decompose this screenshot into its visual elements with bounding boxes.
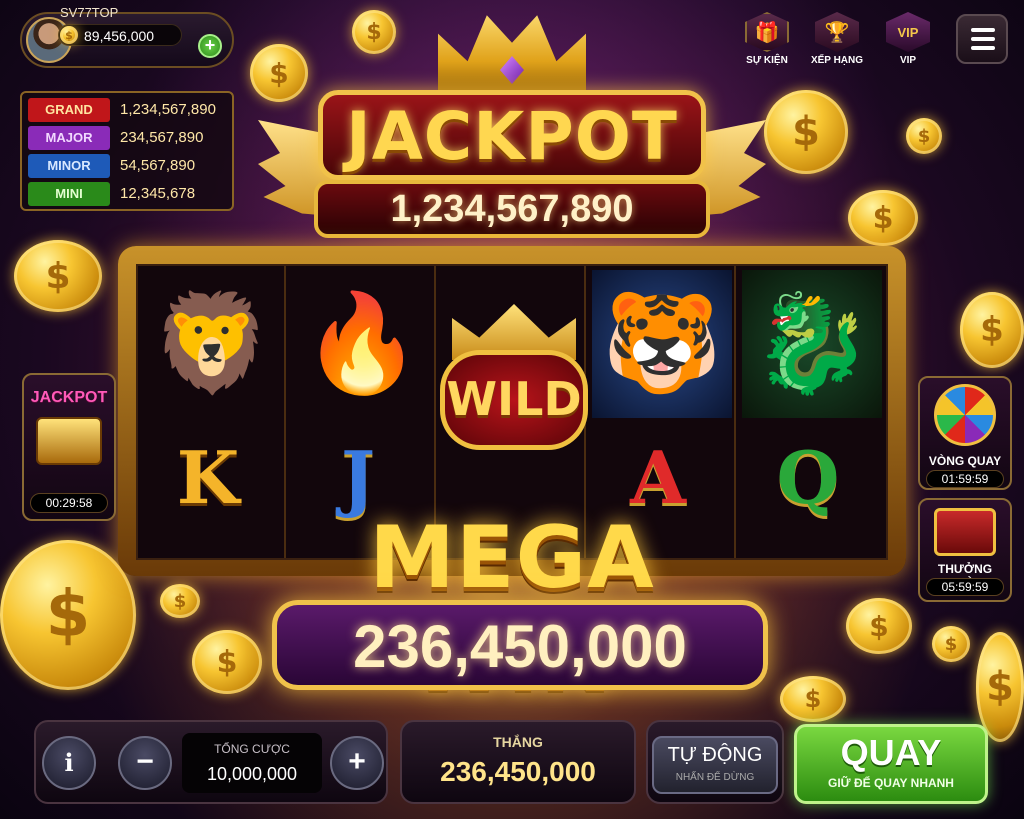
auto-spin-hint: NHẤN ĐỂ DỪNG [675, 772, 755, 783]
spin-hint: GIỮ ĐỂ QUAY NHANH [828, 776, 954, 790]
gift-icon: 🎁 [745, 12, 789, 52]
jackpot-amount: 1,234,567,890 [390, 188, 634, 230]
tier-row-grand: GRAND 1,234,567,890 [28, 98, 228, 122]
bet-caption: TỔNG CƯỢC [214, 742, 290, 756]
hamburger-icon [971, 37, 995, 41]
symbol-k: K [176, 435, 240, 520]
lucky-wheel-card[interactable]: VÒNG QUAY 01:59:59 [918, 376, 1012, 490]
tier-row-minor: MINOR 54,567,890 [28, 154, 228, 178]
wild-label: WILD [446, 372, 582, 426]
trophy-icon: 🏆 [815, 12, 859, 52]
tier-row-major: MAJOR 234,567,890 [28, 126, 228, 150]
coin-icon: $ [960, 292, 1024, 368]
lucky-wheel-title: VÒNG QUAY [928, 454, 1002, 468]
spin-label: QUAY [840, 732, 942, 773]
daily-reward-timer: 05:59:59 [926, 578, 1004, 596]
tier-label: GRAND [28, 98, 110, 122]
info-button[interactable]: i [42, 736, 96, 790]
coin-icon: $ [250, 44, 308, 102]
mega-win-amount: 236,450,000 [353, 613, 687, 680]
balance-value: 89,456,000 [84, 28, 155, 44]
menu-button[interactable] [956, 14, 1008, 64]
tier-label: MINI [28, 182, 110, 206]
coin-icon: $ [60, 26, 78, 44]
daily-reward-card[interactable]: THƯỞNG NGÀY 05:59:59 [918, 498, 1012, 602]
coin-icon: $ [932, 626, 970, 662]
bet-value: 10,000,000 [206, 764, 298, 784]
vip-label: VIP [899, 55, 917, 66]
jackpot-title: JACKPOT [346, 98, 678, 175]
tier-value: 54,567,890 [120, 157, 196, 174]
treasure-chest-icon [934, 508, 996, 556]
phoenix-symbol-icon: 🔥 [302, 290, 422, 397]
dragon-symbol-icon: 🐉 [742, 270, 882, 418]
tier-value: 1,234,567,890 [120, 101, 216, 118]
tier-value: 12,345,678 [120, 185, 196, 202]
coin-icon: $ [160, 584, 200, 618]
win-caption: THẮNG [493, 734, 543, 750]
jackpot-tiers-panel: GRAND 1,234,567,890 MAJOR 234,567,890 MI… [20, 91, 234, 211]
vip-button[interactable]: VIP VIP [881, 12, 935, 66]
lion-symbol-icon: 🦁 [152, 290, 272, 397]
coin-icon: $ [780, 676, 846, 722]
hamburger-icon [971, 46, 995, 50]
coin-icon: $ [906, 118, 942, 154]
tier-value: 234,567,890 [120, 129, 204, 146]
ranking-button[interactable]: 🏆 XẾP HẠNG [810, 12, 864, 66]
plus-icon: + [348, 745, 366, 778]
coin-icon: $ [846, 598, 912, 654]
event-label: SỰ KIỆN [746, 55, 788, 66]
auto-spin-label: TỰ ĐỘNG [667, 744, 763, 766]
tier-label: MAJOR [28, 126, 110, 150]
coin-icon: $ [0, 540, 136, 690]
add-coins-button[interactable]: + [198, 34, 222, 58]
hamburger-icon [971, 28, 995, 32]
lucky-wheel-timer: 01:59:59 [926, 470, 1004, 488]
ranking-label: XẾP HẠNG [810, 55, 864, 66]
vip-badge-icon: VIP [886, 12, 930, 52]
side-jackpot-card[interactable]: JACKPOT 00:29:58 [22, 373, 116, 521]
info-icon: i [64, 748, 74, 777]
decrease-bet-button[interactable]: − [118, 736, 172, 790]
wheel-icon [934, 384, 996, 446]
tier-label: MINOR [28, 154, 110, 178]
treasure-chest-icon [36, 417, 102, 465]
coin-icon: $ [848, 190, 918, 246]
tiger-symbol-icon: 🐯 [592, 270, 732, 418]
side-jackpot-timer: 00:29:58 [30, 493, 108, 513]
coin-icon: $ [192, 630, 262, 694]
username: SV77TOP [60, 5, 119, 20]
coin-icon: $ [14, 240, 102, 312]
symbol-q: Q [776, 435, 840, 520]
event-button[interactable]: 🎁 SỰ KIỆN [740, 12, 794, 66]
minus-icon: − [136, 745, 154, 778]
tier-row-mini: MINI 12,345,678 [28, 182, 228, 206]
coin-icon: $ [764, 90, 848, 174]
win-value: 236,450,000 [440, 756, 596, 787]
increase-bet-button[interactable]: + [330, 736, 384, 790]
coin-icon: $ [352, 10, 396, 54]
side-jackpot-title: JACKPOT [30, 389, 108, 406]
